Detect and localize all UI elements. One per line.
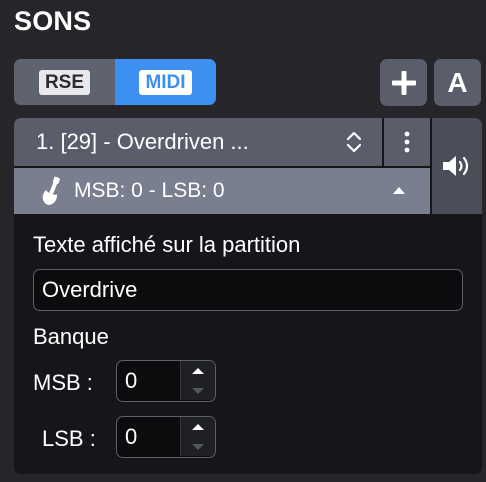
caret-up-icon — [393, 187, 405, 194]
arrow-up-icon — [192, 367, 204, 374]
midi-label: MIDI — [139, 69, 192, 95]
letter-a-button[interactable]: A — [434, 59, 481, 106]
lsb-label: LSB : — [42, 426, 96, 451]
plus-icon — [391, 70, 416, 95]
arrow-up-icon — [192, 423, 204, 430]
display-text-label: Texte affiché sur la partition — [33, 232, 301, 257]
guitar-icon — [42, 176, 61, 205]
mode-toggle: RSE MIDI — [14, 59, 216, 105]
display-text-input[interactable] — [33, 269, 463, 311]
lsb-spinner — [180, 417, 215, 456]
bank-summary: MSB: 0 - LSB: 0 — [74, 179, 225, 202]
bank-expander[interactable]: MSB: 0 - LSB: 0 — [14, 168, 430, 214]
rse-label: RSE — [38, 69, 91, 95]
msb-increment-button[interactable] — [181, 361, 215, 380]
msb-label: MSB : — [33, 370, 93, 395]
lsb-stepper — [116, 416, 216, 458]
arrow-down-icon — [192, 387, 204, 394]
msb-spinner — [180, 361, 215, 400]
letter-a-icon: A — [447, 66, 468, 98]
up-down-icon — [346, 131, 362, 153]
lsb-decrement-button[interactable] — [181, 437, 215, 456]
lsb-input[interactable] — [117, 417, 179, 456]
midi-button[interactable]: MIDI — [115, 59, 216, 105]
sound-selector[interactable]: 1. [29] - Overdriven ... — [14, 118, 382, 166]
sound-options-button[interactable] — [384, 118, 430, 166]
preview-sound-button[interactable] — [432, 118, 482, 214]
section-title: SONS — [14, 6, 92, 36]
msb-stepper — [116, 360, 216, 402]
arrow-down-icon — [192, 443, 204, 450]
add-sound-button[interactable] — [380, 59, 427, 106]
sound-name: 1. [29] - Overdriven ... — [36, 129, 249, 154]
rse-button[interactable]: RSE — [14, 59, 115, 105]
speaker-icon — [443, 156, 469, 176]
lsb-increment-button[interactable] — [181, 417, 215, 436]
bank-label: Banque — [33, 324, 109, 349]
msb-decrement-button[interactable] — [181, 381, 215, 400]
kebab-icon — [404, 131, 410, 153]
msb-input[interactable] — [117, 361, 179, 400]
